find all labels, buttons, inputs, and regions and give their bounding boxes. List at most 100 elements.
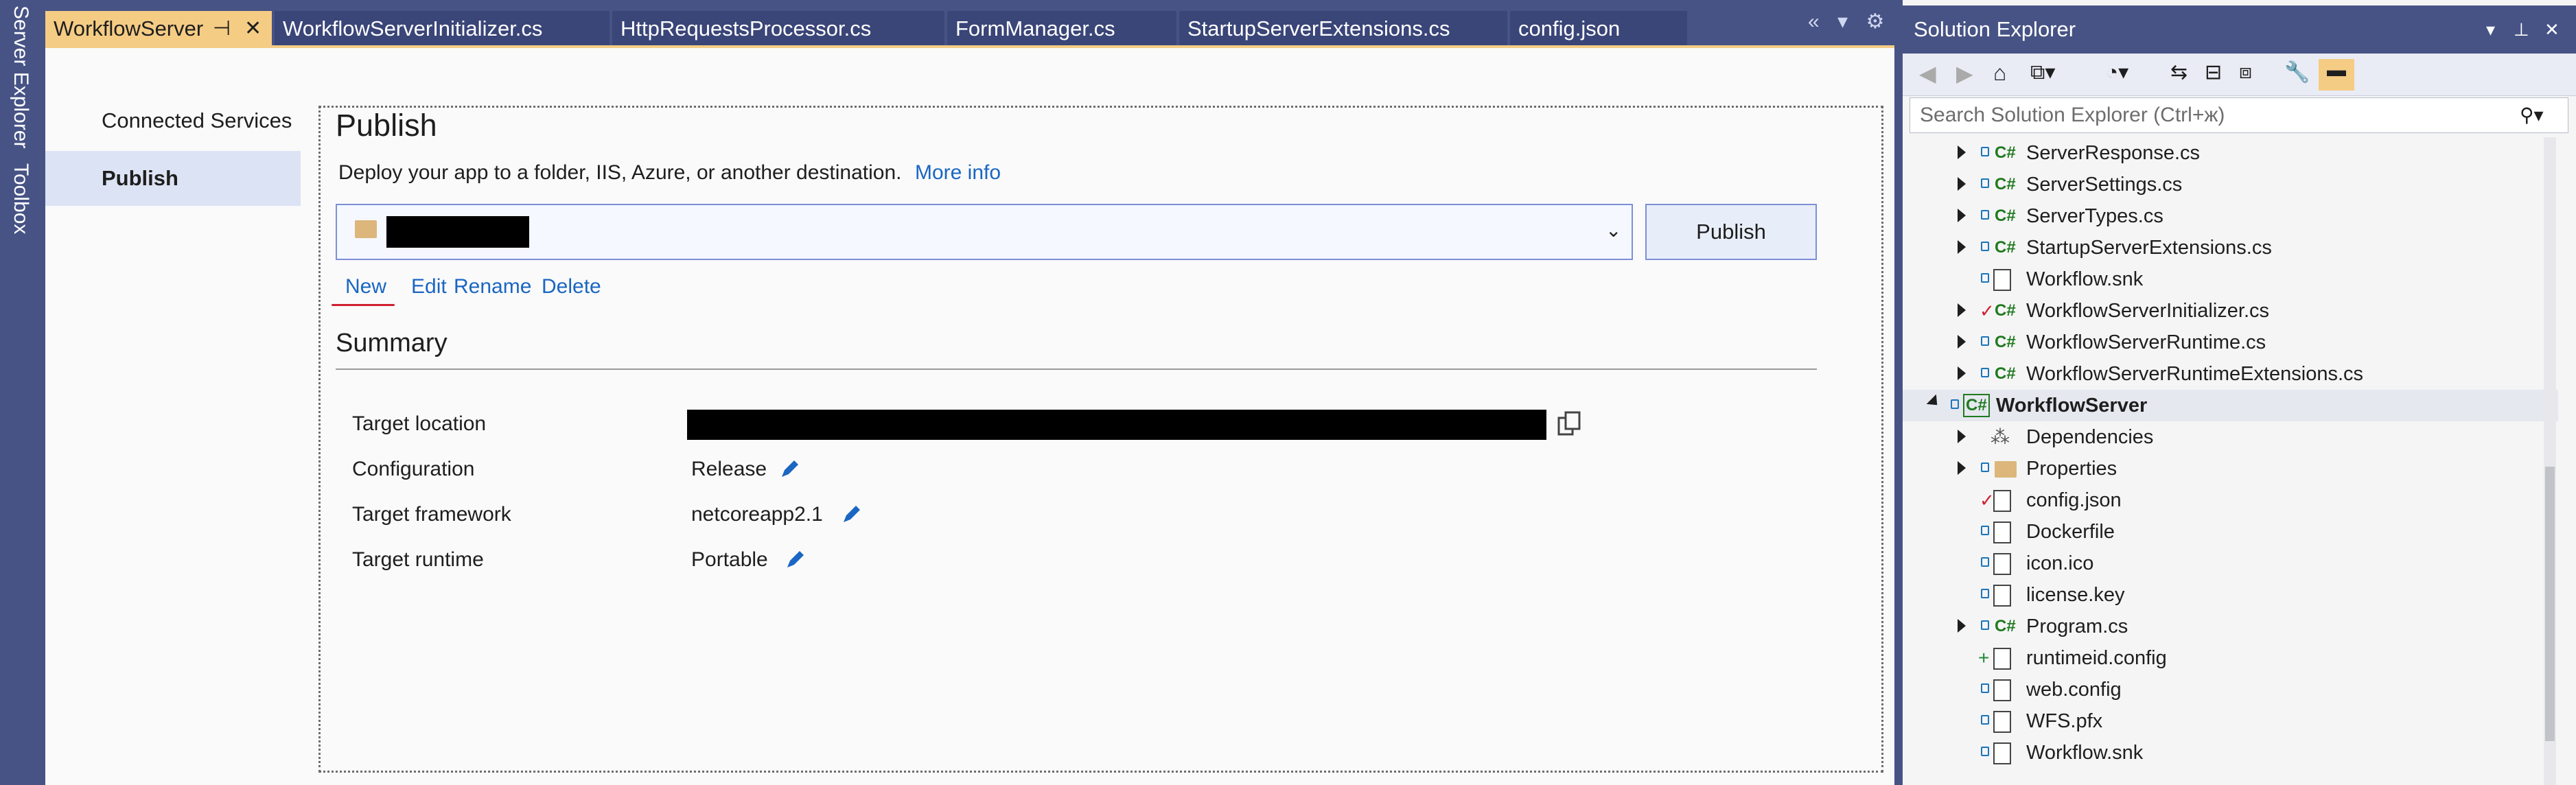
source-control-lock-icon <box>1981 620 1989 630</box>
nav-connected-services[interactable]: Connected Services <box>45 93 301 148</box>
tree-item[interactable]: C# ServerSettings.cs <box>1903 169 2558 200</box>
csharp-file-icon: C# <box>1995 617 2016 635</box>
tree-item[interactable]: + runtimeid.config <box>1903 642 2558 674</box>
tab-workflowserver[interactable]: WorkflowServer ⊣ ✕ <box>45 11 272 47</box>
pin-icon[interactable]: ⊥ <box>2514 5 2529 54</box>
target-runtime-label: Target runtime <box>352 548 484 571</box>
tree-item[interactable]: C# WorkflowServerRuntime.cs <box>1903 327 2558 358</box>
tab-config-json[interactable]: config.json <box>1510 11 1687 47</box>
tree-item-label: WorkflowServerRuntime.cs <box>2026 331 2266 353</box>
nav-publish[interactable]: Publish <box>45 151 301 206</box>
tree-item[interactable]: Properties <box>1903 453 2558 484</box>
tab-formmanager[interactable]: FormManager.cs <box>947 11 1176 47</box>
pending-changes-filter-icon[interactable]: ◔▾ <box>2106 60 2135 89</box>
source-control-lock-icon <box>1981 273 1989 283</box>
solution-explorer-search[interactable]: Search Solution Explorer (Ctrl+ж) ⚲▾ <box>1910 97 2568 133</box>
csharp-file-icon: C# <box>1995 238 2016 257</box>
close-icon[interactable]: ✕ <box>244 11 262 47</box>
tree-item[interactable]: ✓ C# WorkflowServerInitializer.cs <box>1903 295 2558 327</box>
tab-label: config.json <box>1518 16 1621 40</box>
configuration-label: Configuration <box>352 458 475 480</box>
collapse-all-icon[interactable]: ⊟ <box>2205 60 2233 89</box>
source-control-lock-icon <box>1981 557 1989 567</box>
forward-icon[interactable]: ▶ <box>1956 60 1985 89</box>
expand-icon[interactable] <box>1958 461 1966 475</box>
tree-item[interactable]: Dockerfile <box>1903 516 2558 548</box>
tab-label: WorkflowServerInitializer.cs <box>283 16 543 40</box>
gear-icon[interactable]: ⚙ <box>1866 10 1884 33</box>
configuration-value: Release <box>691 458 767 480</box>
target-framework-label: Target framework <box>352 503 511 526</box>
tree-item[interactable]: license.key <box>1903 579 2558 611</box>
dropdown-icon[interactable]: ▾ <box>2486 5 2495 54</box>
expand-icon[interactable] <box>1958 303 1966 317</box>
copy-icon[interactable] <box>1557 411 1581 437</box>
target-runtime-value: Portable <box>691 548 768 571</box>
toolbox-tab[interactable]: Toolbox <box>5 163 36 234</box>
show-all-files-icon[interactable]: ⧈ <box>2239 60 2268 89</box>
scroll-tabs-icon[interactable]: « <box>1808 10 1820 33</box>
scrollbar-thumb[interactable] <box>2545 467 2555 741</box>
new-profile-link[interactable]: New <box>345 275 386 298</box>
tree-item[interactable]: icon.ico <box>1903 548 2558 579</box>
summary-divider <box>336 368 1817 370</box>
close-icon[interactable]: ✕ <box>2544 5 2560 54</box>
tree-item[interactable]: C# StartupServerExtensions.cs <box>1903 232 2558 263</box>
tree-item[interactable]: web.config <box>1903 674 2558 705</box>
tab-httprequestsprocessor[interactable]: HttpRequestsProcessor.cs <box>612 11 944 47</box>
tree-item[interactable]: C# WorkflowServerRuntimeExtensions.cs <box>1903 358 2558 390</box>
publish-button[interactable]: Publish <box>1645 204 1817 260</box>
tree-item[interactable]: C# ServerResponse.cs <box>1903 137 2558 169</box>
tree-item-label: WFS.pfx <box>2026 710 2103 732</box>
rename-profile-link[interactable]: Rename <box>454 275 531 298</box>
expand-icon[interactable] <box>1958 209 1966 222</box>
tree-item-label: Program.cs <box>2026 616 2128 637</box>
home-icon[interactable]: ⌂ <box>1993 60 2022 89</box>
tree-item[interactable]: ⁂ Dependencies <box>1903 421 2558 453</box>
edit-profile-link[interactable]: Edit <box>411 275 447 298</box>
delete-profile-link[interactable]: Delete <box>542 275 601 298</box>
publish-profile-dropdown[interactable]: ⌄ <box>336 204 1633 260</box>
summary-title: Summary <box>336 329 448 358</box>
back-icon[interactable]: ◀ <box>1919 60 1948 89</box>
server-explorer-tab[interactable]: Server Explorer <box>5 5 36 148</box>
tree-item[interactable]: Workflow.snk <box>1903 263 2558 295</box>
tab-label: HttpRequestsProcessor.cs <box>620 16 872 40</box>
search-icon[interactable]: ⚲▾ <box>2520 104 2544 126</box>
tree-item[interactable]: WFS.pfx <box>1903 705 2558 737</box>
tree-item-label: Dependencies <box>2026 426 2154 448</box>
tree-item-label: StartupServerExtensions.cs <box>2026 237 2272 259</box>
properties-wrench-icon[interactable]: 🔧 <box>2284 60 2313 89</box>
expand-icon[interactable] <box>1958 366 1966 380</box>
expand-icon[interactable] <box>1958 145 1966 159</box>
tree-item[interactable]: C# Program.cs <box>1903 611 2558 642</box>
collapse-icon[interactable] <box>1926 394 1942 410</box>
tree-item[interactable]: C# ServerTypes.cs <box>1903 200 2558 232</box>
tab-workflowserverinitializer[interactable]: WorkflowServerInitializer.cs <box>275 11 610 47</box>
tab-list-dropdown-icon[interactable]: ▾ <box>1837 10 1848 33</box>
more-info-link[interactable]: More info <box>915 161 1001 185</box>
csharp-file-icon: C# <box>1995 207 2016 225</box>
snk-file-icon <box>1993 742 2011 764</box>
expand-icon[interactable] <box>1958 177 1966 191</box>
pin-icon[interactable]: ⊣ <box>213 11 231 47</box>
tab-startupserverextensions[interactable]: StartupServerExtensions.cs <box>1179 11 1507 47</box>
tree-item[interactable]: Workflow.snk <box>1903 737 2558 769</box>
switch-views-icon[interactable]: ⧉▾ <box>2030 60 2059 89</box>
preview-selected-items-icon[interactable]: ▬ <box>2319 59 2354 91</box>
redacted-target-location <box>687 410 1546 440</box>
edit-framework-pencil-icon[interactable] <box>841 503 863 525</box>
tree-item-project[interactable]: C# WorkflowServer <box>1903 390 2558 421</box>
expand-icon[interactable] <box>1958 240 1966 254</box>
sync-icon[interactable]: ⇆ <box>2170 60 2199 89</box>
expand-icon[interactable] <box>1958 430 1966 443</box>
tree-item[interactable]: ✓ config.json <box>1903 484 2558 516</box>
edit-configuration-pencil-icon[interactable] <box>779 458 801 480</box>
edit-runtime-pencil-icon[interactable] <box>785 548 807 570</box>
expand-icon[interactable] <box>1958 335 1966 349</box>
tab-label: FormManager.cs <box>955 16 1115 40</box>
tab-label: StartupServerExtensions.cs <box>1187 16 1450 40</box>
dependencies-icon: ⁂ <box>1991 426 2010 447</box>
expand-icon[interactable] <box>1958 619 1966 633</box>
tree-item-label: icon.ico <box>2026 552 2094 574</box>
